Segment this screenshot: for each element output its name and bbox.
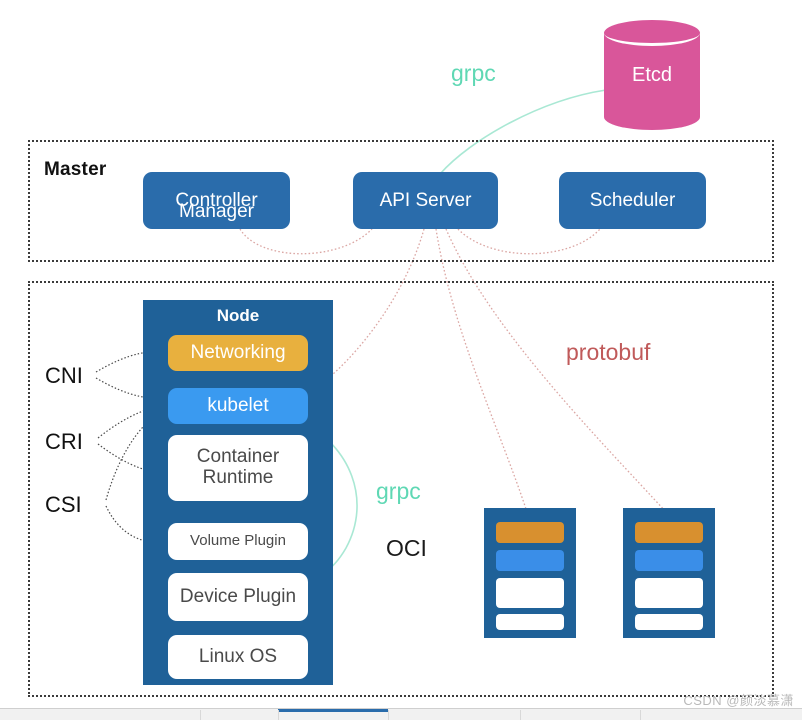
strip-divider-4 [520,710,521,720]
node-item-volume-plugin[interactable]: Volume Plugin [168,523,308,560]
node-item-linux-os[interactable]: Linux OS [168,635,308,679]
node-item-volume-plugin-label: Volume Plugin [190,532,286,550]
interface-label-csi: CSI [45,492,82,517]
bottom-chrome-strip [0,708,802,720]
pod-1-layer-blue [496,550,564,571]
pod-1-layer-orange [496,522,564,543]
etcd-label: Etcd [631,63,673,86]
diagram-canvas: Etcd grpc Master Controller Controller M… [0,0,802,720]
node-item-linux-os-label: Linux OS [198,645,278,667]
protocol-label-grpc-kubelet: grpc [376,478,421,504]
master-title: Master [44,159,107,180]
pod-1[interactable] [484,508,576,638]
strip-active-segment [278,709,388,712]
scheduler-label: Scheduler [589,189,676,211]
interface-label-cni: CNI [45,363,83,388]
pod-2-layer-orange [635,522,703,543]
node-item-device-plugin-label: Device Plugin [179,585,297,607]
api-server-box[interactable]: API Server [353,172,498,229]
pod-2-layer-white-short [635,614,703,630]
api-server-label: API Server [379,189,472,211]
strip-divider-3 [388,710,389,720]
node-item-container-runtime-label-line1: Container [196,446,280,468]
controller-manager-label-line2: Manager [179,200,254,222]
strip-divider-2 [278,710,279,720]
node-item-networking[interactable]: Networking [168,335,308,371]
node-item-device-plugin[interactable]: Device Plugin [168,573,308,621]
pod-1-layer-white-short [496,614,564,630]
node-item-kubelet[interactable]: kubelet [168,388,308,424]
etcd-cylinder[interactable]: Etcd [604,20,700,130]
interface-label-cri: CRI [45,429,83,454]
protocol-label-protobuf: protobuf [566,339,651,365]
node-title: Node [216,306,260,325]
node-item-container-runtime[interactable]: Container Runtime [168,435,308,501]
protocol-label-grpc-etcd: grpc [451,60,496,86]
strip-divider-1 [200,710,201,720]
pod-2-layer-white-tall [635,578,703,608]
watermark: CSDN @颜淡慕潇 [683,693,794,708]
node-item-container-runtime-label-line2: Runtime [202,467,274,488]
pod-1-layer-white-tall [496,578,564,608]
strip-divider-5 [640,710,641,720]
scheduler-box[interactable]: Scheduler [559,172,706,229]
protocol-label-oci: OCI [386,535,427,561]
pod-2[interactable] [623,508,715,638]
controller-manager-box-line2-holder: Controller Manager [143,172,290,229]
pod-2-layer-blue [635,550,703,571]
node-item-networking-label: Networking [190,341,286,363]
node-item-kubelet-label: kubelet [207,394,269,416]
